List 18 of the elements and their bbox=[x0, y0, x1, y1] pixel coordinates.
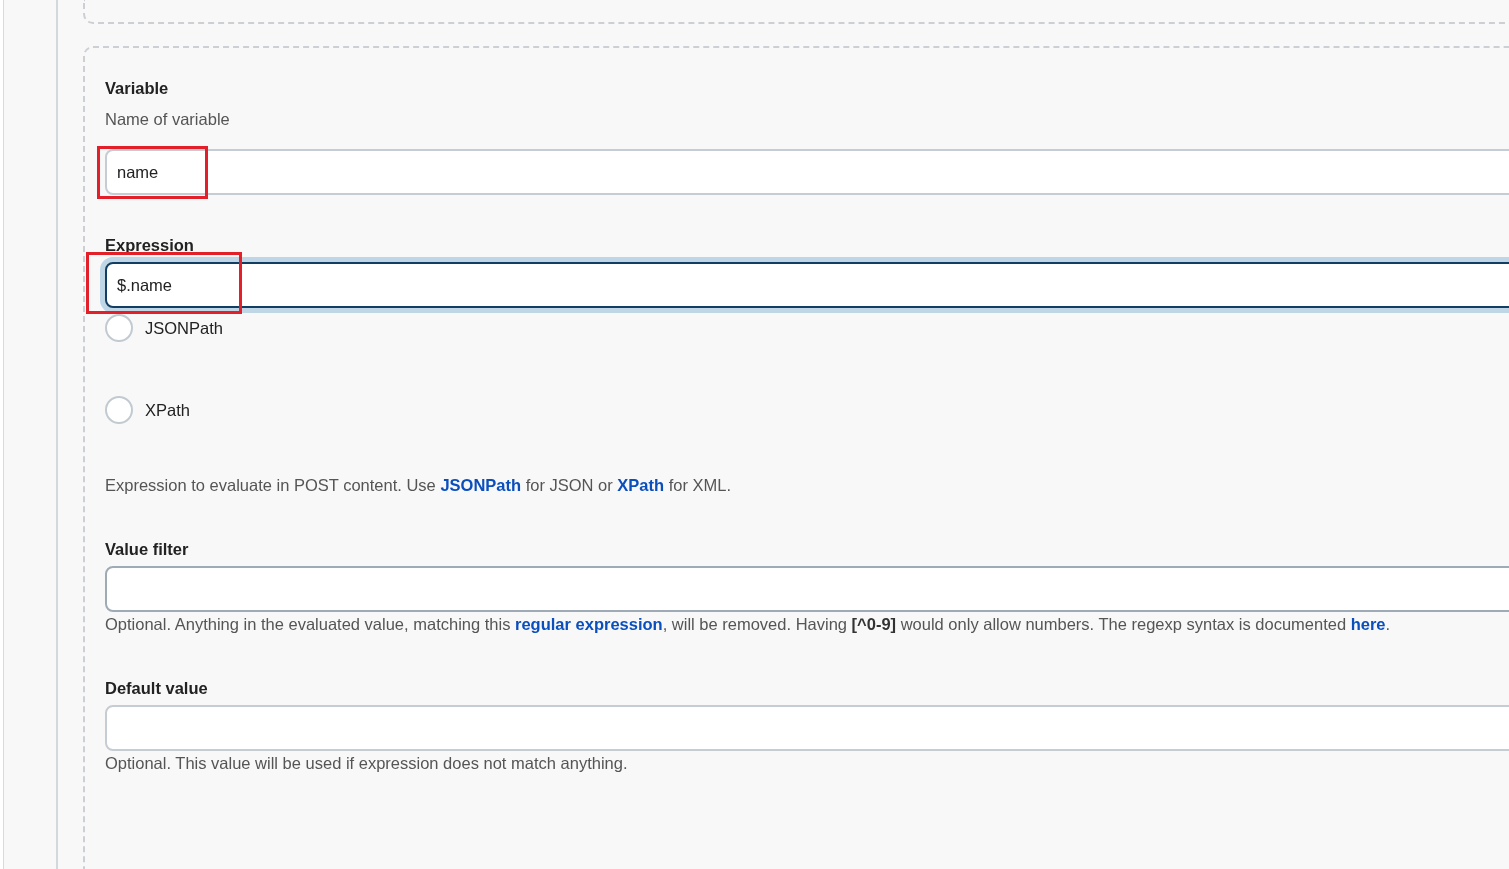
radio-option[interactable]: JSONPath bbox=[105, 314, 1509, 342]
field-label: Default value bbox=[105, 678, 209, 699]
help-link[interactable]: regular expression bbox=[515, 615, 663, 633]
input-field[interactable] bbox=[105, 566, 1509, 612]
input-field[interactable]: name bbox=[105, 149, 1509, 195]
field-label: Value filter bbox=[105, 539, 190, 560]
field-description: Name of variable bbox=[105, 109, 231, 130]
help-text: Expression to evaluate in POST content. Use JSONPath for JSON or XPath for XML. bbox=[105, 475, 733, 496]
help-link[interactable]: here bbox=[1350, 615, 1386, 633]
help-text: Optional. Anything in the evaluated value, matching this regular expression, will be removed. Having [^0-9] would only allow numbers. The regexp syntax is documented here. bbox=[105, 614, 1392, 635]
help-link[interactable]: XPath bbox=[617, 476, 665, 494]
field-label: Variable bbox=[105, 78, 170, 99]
input-field[interactable] bbox=[105, 705, 1509, 751]
input-field[interactable]: $.name bbox=[105, 262, 1509, 308]
radio-option[interactable]: XPath bbox=[105, 396, 1509, 424]
help-link[interactable]: JSONPath bbox=[440, 476, 522, 494]
field-label: Expression bbox=[105, 235, 195, 256]
help-text: Optional. This value will be used if expression does not match anything. bbox=[105, 753, 629, 774]
